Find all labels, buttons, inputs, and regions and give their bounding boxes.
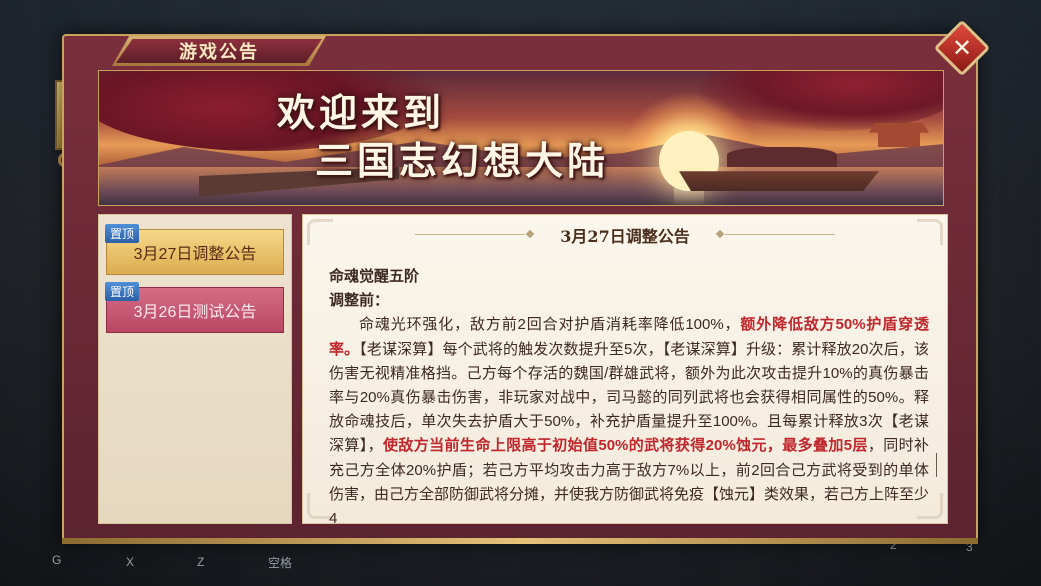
bottom-gold-bar	[62, 538, 978, 544]
highlight-text: 使敌方当前生命上限高于初始值50%的武将获得20%蚀元，最多叠加5层	[383, 437, 868, 455]
section-subheading: 调整前：	[329, 292, 390, 310]
announcement-dialog: 游戏公告 ✕ 欢迎来到 三国志幻想大陆 置顶 3月27日调整公告 置顶 3月26…	[62, 19, 991, 542]
game-screen: G X Z 空格 2 3 游戏公告 ✕ 欢迎来到 三国志幻想大陆 置顶 3月27…	[0, 0, 1041, 586]
hotkey-space: 空格	[268, 556, 293, 570]
banner-line-1: 欢迎来到	[277, 90, 446, 135]
close-icon[interactable]: ✕	[945, 31, 979, 65]
content-body: 命魂觉醒五阶 调整前： 命魂光环强化，敌方前2回合对护盾消耗率降低100%，额外…	[329, 265, 929, 523]
title-tab: 游戏公告	[112, 36, 326, 66]
tab-label: 3月26日测试公告	[133, 304, 257, 321]
content-paragraph: 命魂光环强化，敌方前2回合对护盾消耗率降低100%，额外降低敌方50%护盾穿透率…	[329, 313, 929, 523]
hotkey-g: G	[52, 553, 62, 567]
body-text: 命魂光环强化，敌方前2回合对护盾消耗率降低100%，	[359, 316, 741, 334]
pinned-badge: 置顶	[105, 282, 140, 301]
banner-title: 欢迎来到 三国志幻想大陆	[277, 89, 609, 185]
tab-label: 3月27日调整公告	[133, 246, 257, 263]
announcement-content[interactable]: 3月27日调整公告 命魂觉醒五阶 调整前： 命魂光环强化，敌方前2回合对护盾消耗…	[302, 214, 948, 524]
hotkey-z: Z	[197, 555, 205, 569]
welcome-banner: 欢迎来到 三国志幻想大陆	[98, 70, 944, 206]
content-title: 3月27日调整公告	[560, 227, 690, 246]
banner-line-2: 三国志幻想大陆	[315, 138, 610, 183]
hotkey-x: X	[126, 555, 135, 569]
dialog-title: 游戏公告	[116, 39, 322, 63]
tab-0326-announcement[interactable]: 置顶 3月26日测试公告	[105, 282, 284, 333]
pinned-badge: 置顶	[105, 224, 140, 243]
scroll-indicator[interactable]	[936, 453, 937, 477]
section-heading: 命魂觉醒五阶	[329, 268, 420, 285]
announcement-tab-list: 置顶 3月27日调整公告 置顶 3月26日测试公告	[98, 214, 292, 524]
tab-0327-announcement[interactable]: 置顶 3月27日调整公告	[105, 224, 284, 275]
